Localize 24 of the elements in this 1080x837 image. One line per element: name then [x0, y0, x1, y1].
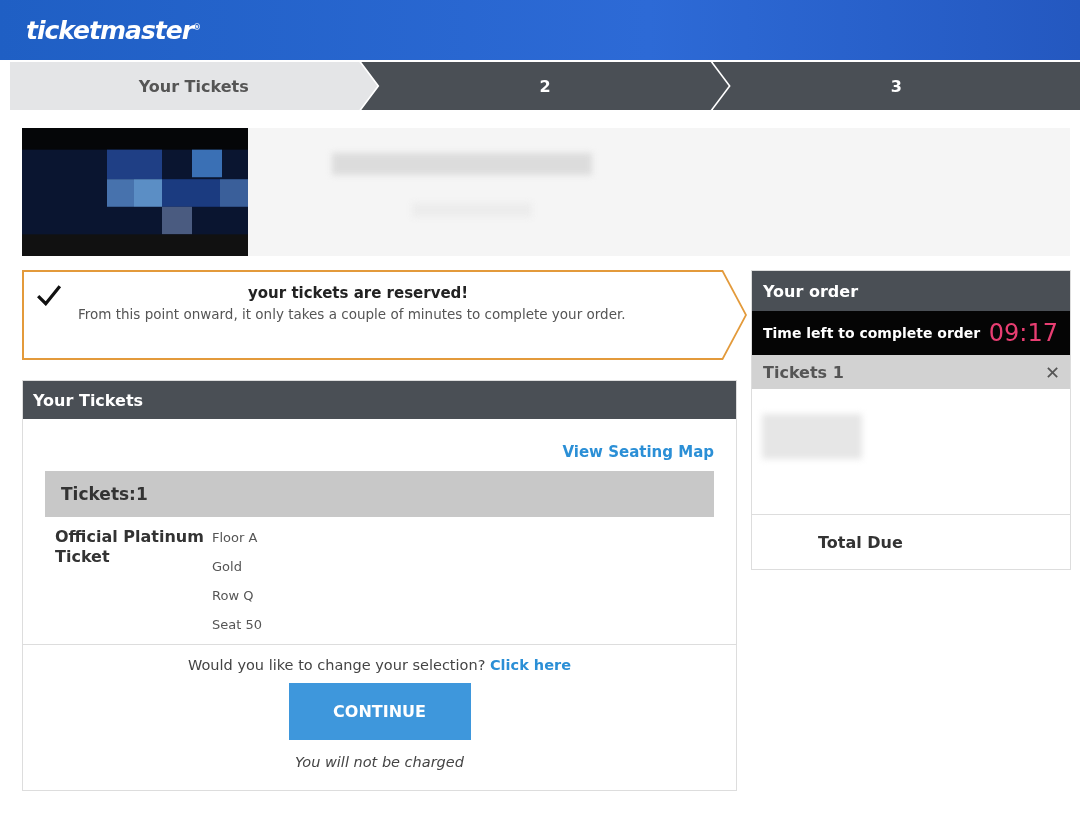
panel-title: Your Tickets: [33, 390, 144, 410]
close-button[interactable]: ✕: [1040, 361, 1064, 383]
ticket-detail: Floor A: [212, 530, 259, 545]
tickets-label: Tickets 1: [763, 362, 844, 382]
ticket-name: Official Platinum Ticket: [55, 527, 205, 568]
change-prompt: Would you like to change your selection? Click here: [188, 657, 571, 673]
step-tab[interactable]: Your Tickets: [10, 62, 378, 110]
charge-note: You will not be charged: [295, 754, 464, 770]
step-tab[interactable]: 2: [361, 62, 729, 110]
notice-title: your tickets are reserved!: [248, 284, 470, 302]
total-label: Total Due: [818, 532, 903, 552]
order-title: Your order: [763, 281, 859, 301]
checkmark-icon: [36, 284, 62, 306]
countdown-timer: 09:17: [988, 319, 1058, 347]
step-tab[interactable]: 3: [712, 62, 1080, 110]
timer-label: Time left to complete order: [763, 325, 981, 341]
ticket-detail: Seat 50: [212, 617, 262, 632]
ticket-detail: Row Q: [212, 588, 255, 603]
click-here-link[interactable]: Click here: [489, 657, 571, 673]
notice-message: From this point onward, it only takes a couple of minutes to complete your order.: [78, 306, 626, 322]
ticket-detail: Gold: [212, 559, 243, 574]
continue-button[interactable]: CONTINUE: [288, 683, 471, 740]
seating-map-link[interactable]: View Seating Map: [562, 443, 714, 461]
tickets-count: Tickets:1: [61, 484, 148, 504]
